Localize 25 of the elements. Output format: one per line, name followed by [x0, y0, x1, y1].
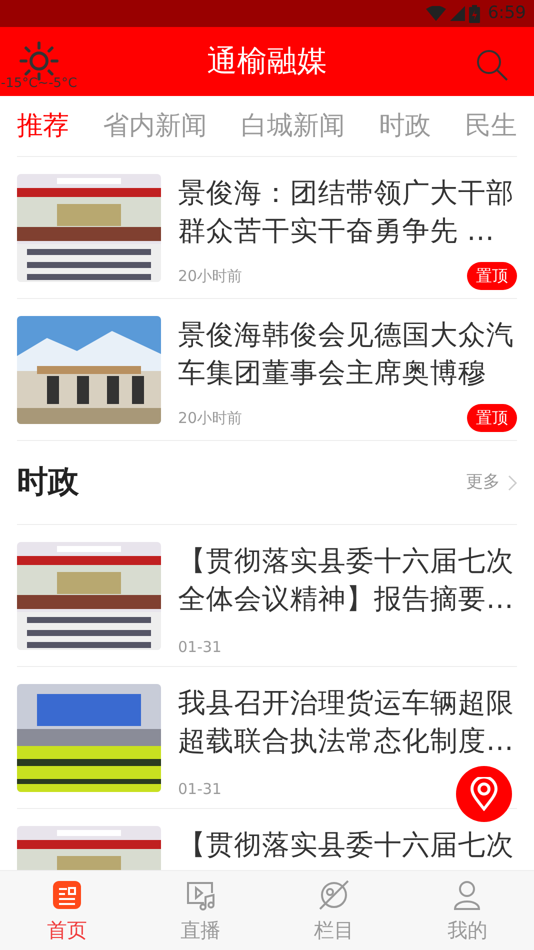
pinned-badge: 置顶: [467, 404, 517, 432]
news-time: 01-31: [178, 778, 222, 800]
news-title[interactable]: 我县召开治理货运车辆超限超载联合执法常态化制度…: [178, 684, 517, 760]
news-title[interactable]: 景俊海韩俊会见德国大众汽车集团董事会主席奥博穆: [178, 316, 517, 392]
category-tab[interactable]: 省内新闻: [103, 106, 207, 146]
category-tab[interactable]: 民生: [465, 106, 517, 146]
bottom-tab[interactable]: 栏目: [267, 871, 400, 950]
app-title: 通榆融媒: [207, 43, 327, 81]
news-time: 20小时前: [178, 266, 242, 287]
more-link[interactable]: 更多: [466, 470, 517, 496]
bottom-tab[interactable]: 直播: [134, 871, 267, 950]
weather-temperature: -15°C~-5°C: [0, 77, 78, 90]
news-time: 01-31: [178, 636, 222, 658]
clock-time: 6:59: [488, 2, 526, 25]
news-title[interactable]: 【贯彻落实县委十六届七次: [178, 826, 517, 864]
bottom-tab[interactable]: 首页: [0, 871, 134, 950]
news-title[interactable]: 景俊海：团结带领广大干部群众苦干实干奋勇争先 …: [178, 174, 517, 250]
category-tab[interactable]: 推荐: [17, 106, 69, 146]
news-time: 20小时前: [178, 408, 242, 429]
pinned-badge: 置顶: [467, 262, 517, 290]
category-tab[interactable]: 白城新闻: [241, 106, 345, 146]
bottom-tab[interactable]: 我的: [400, 871, 534, 950]
section-title: 时政: [17, 463, 79, 502]
news-title[interactable]: 【贯彻落实县委十六届七次全体会议精神】报告摘要…: [178, 542, 517, 618]
category-tab[interactable]: 时政: [379, 106, 431, 146]
